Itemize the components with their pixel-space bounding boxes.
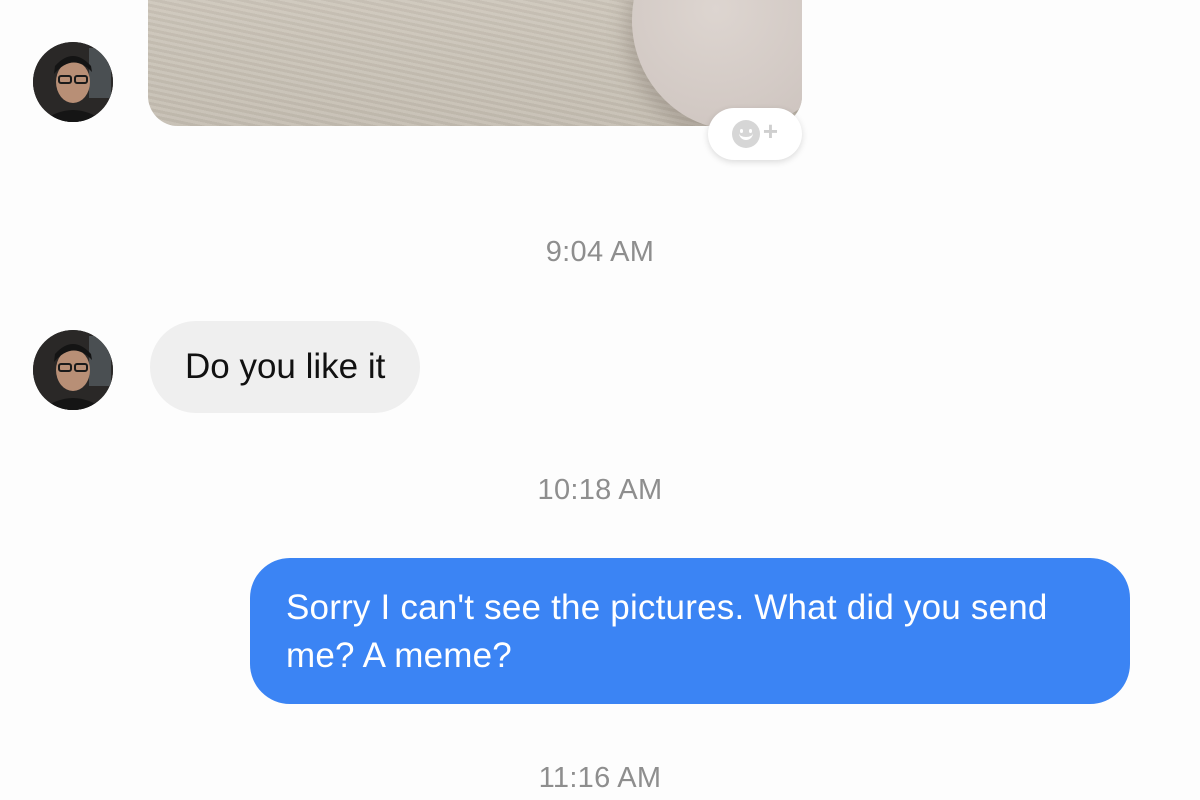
outgoing-message-bubble[interactable]: Sorry I can't see the pictures. What did…	[250, 558, 1130, 704]
plus-icon: +	[762, 116, 779, 146]
message-timestamp: 10:18 AM	[537, 474, 663, 506]
contact-avatar[interactable]	[33, 42, 113, 122]
message-timestamp: 9:04 AM	[545, 236, 655, 268]
message-timestamp: 11:16 AM	[538, 762, 662, 794]
contact-avatar[interactable]	[33, 330, 113, 410]
incoming-message-bubble[interactable]: Do you like it	[150, 321, 421, 413]
smiley-add-icon	[731, 120, 760, 148]
chat-thread[interactable]: + 9:04 AM Do you like it 10:18 AM Sorry …	[0, 0, 1200, 800]
add-reaction-button[interactable]: +	[708, 108, 802, 160]
image-message[interactable]	[148, 0, 802, 126]
